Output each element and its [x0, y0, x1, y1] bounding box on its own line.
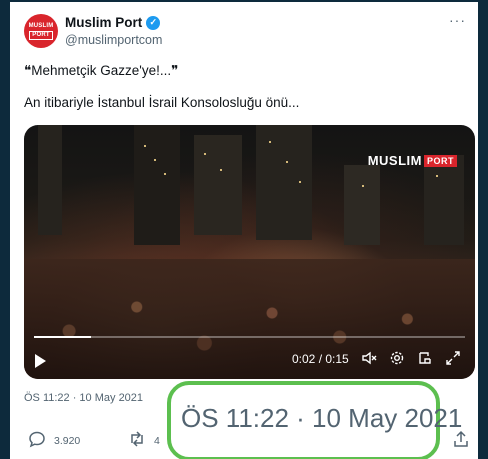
video-player[interactable]: MUSLIM PORT 0:02 / 0:15: [24, 125, 475, 379]
pip-icon[interactable]: [416, 349, 434, 367]
volume-off-icon[interactable]: [360, 349, 378, 367]
window-light: [220, 169, 222, 171]
window-light: [299, 181, 301, 183]
video-watermark: MUSLIM PORT: [368, 153, 457, 168]
watermark-port: PORT: [423, 154, 457, 167]
window-light: [362, 185, 364, 187]
reply-button[interactable]: 3.920: [28, 430, 80, 451]
building: [256, 125, 312, 240]
timestamp-zoom-callout: ÖS 11:22 · 10 May 2021: [167, 381, 462, 459]
more-icon[interactable]: ···: [449, 12, 466, 28]
avatar-text: MUSLIM: [28, 22, 54, 29]
reply-count: 3.920: [54, 434, 81, 447]
retweet-count: 4: [154, 434, 160, 447]
window-light: [204, 153, 206, 155]
progress-bar[interactable]: [34, 336, 465, 338]
author-name-row[interactable]: Muslim Port ✓: [65, 15, 161, 30]
reply-icon: [28, 430, 46, 451]
progress-fill: [34, 336, 92, 338]
avatar[interactable]: MUSLIM PORT: [24, 14, 58, 48]
building: [424, 155, 464, 245]
tweet-timestamp[interactable]: ÖS 11:22 · 10 May 2021: [24, 392, 143, 404]
tweet-text-line-1: ❝Mehmetçik Gazze'ye!...❞: [24, 63, 179, 78]
fullscreen-icon[interactable]: [444, 349, 462, 367]
verified-icon: ✓: [146, 15, 161, 30]
window-light: [436, 175, 438, 177]
building: [38, 125, 62, 235]
window-light: [144, 145, 146, 147]
building: [344, 165, 380, 245]
author-handle[interactable]: @muslimportcom: [65, 33, 162, 47]
play-icon[interactable]: [35, 354, 46, 368]
settings-icon[interactable]: [388, 349, 406, 367]
window-light: [164, 173, 166, 175]
window-light: [286, 161, 288, 163]
window-light: [154, 159, 156, 161]
watermark-main: MUSLIM: [367, 153, 422, 168]
retweet-button[interactable]: 4: [128, 430, 160, 451]
timestamp-zoom-text: ÖS 11:22 · 10 May 2021: [181, 403, 463, 433]
building: [134, 125, 180, 245]
author-name[interactable]: Muslim Port: [65, 15, 142, 30]
building: [194, 135, 242, 235]
tweet-card: MUSLIM PORT Muslim Port ✓ @muslimportcom…: [10, 2, 478, 459]
retweet-icon: [128, 430, 146, 451]
video-controls: 0:02 / 0:15: [24, 349, 475, 371]
tweet-text-line-2: An itibariyle İstanbul İsrail Konsoloslu…: [24, 95, 300, 110]
video-time: 0:02 / 0:15: [292, 352, 349, 366]
window-light: [269, 141, 271, 143]
avatar-sub-text: PORT: [29, 30, 53, 40]
